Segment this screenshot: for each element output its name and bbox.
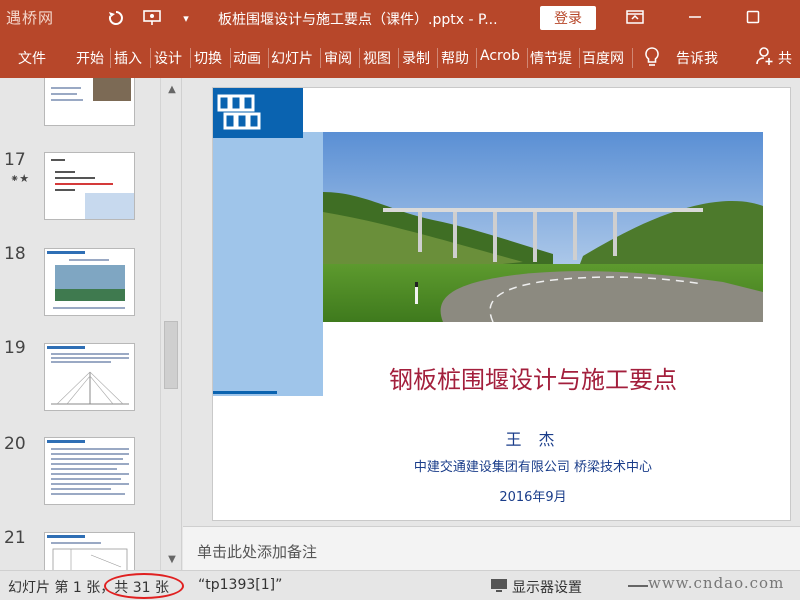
share-user-icon[interactable] [756,46,774,70]
scroll-down-arrow-icon[interactable]: ▼ [165,552,179,566]
tab-view[interactable]: 视图 [363,48,391,68]
ribbon-separator [437,48,438,68]
slide-date[interactable]: 2016年9月 [463,486,603,505]
present-button[interactable] [140,6,164,30]
tab-record[interactable]: 录制 [402,48,430,68]
display-settings-button[interactable]: 显示器设置 [512,577,582,597]
slide-number: 21 [4,528,26,548]
slide-number: 18 [4,244,26,264]
status-bar: 幻灯片 第 1 张，共 31 张 “tp1393[1]” 显示器设置 www.c… [0,570,800,600]
slide-thumbnail[interactable] [44,152,135,220]
tab-baidu[interactable]: 百度网 [582,48,624,68]
tab-acrobat[interactable]: Acrob [480,48,520,64]
company-logo [213,88,303,138]
ribbon-separator [320,48,321,68]
slide-thumbnail[interactable] [44,343,135,411]
scroll-up-arrow-icon[interactable]: ▲ [165,82,179,96]
tab-help[interactable]: 帮助 [441,48,469,68]
ribbon-separator [476,48,477,68]
slide-number: 17 [4,150,26,170]
slide-number: 20 [4,434,26,454]
scrollbar-thumb[interactable] [164,321,178,389]
zoom-slider[interactable] [628,585,648,587]
slide-divider-line [213,391,277,394]
ribbon-separator [579,48,580,68]
ribbon-separator [359,48,360,68]
tab-insert[interactable]: 插入 [114,48,142,68]
lightbulb-icon[interactable] [644,46,660,72]
customize-toolbar-button[interactable]: ▾ [174,6,198,30]
undo-icon [108,11,123,25]
display-settings-icon[interactable] [490,578,508,598]
tell-me-search[interactable]: 告诉我 [676,48,718,68]
ribbon-separator [110,48,111,68]
document-title: 板桩围堰设计与施工要点（课件）.pptx - P... [218,12,498,28]
ribbon-display-icon [626,10,644,24]
tab-slideshow[interactable]: 幻灯片 [271,48,313,68]
thumbnail-scrollbar[interactable]: ▲ ▼ [160,78,181,570]
slide-thumbnail[interactable] [44,248,135,316]
tab-home[interactable]: 开始 [76,48,104,68]
tab-transitions[interactable]: 切换 [194,48,222,68]
template-name: “tp1393[1]” [198,577,283,593]
ribbon-separator [150,48,151,68]
cscec-logo-icon [217,94,261,130]
ribbon-separator [268,48,269,68]
share-button[interactable]: 共 [778,48,792,68]
slide-author[interactable]: 王 杰 [463,426,603,450]
maximize-button[interactable] [738,4,768,30]
minimize-icon [689,16,701,18]
minimize-button[interactable] [680,4,710,30]
tab-storyboard[interactable]: 情节提 [530,48,572,68]
ribbon-separator [398,48,399,68]
tab-review[interactable]: 审阅 [324,48,352,68]
maximize-icon [746,10,760,24]
highlight-annotation [104,573,184,599]
title-bar: 遇桥网 ▾ 板桩围堰设计与施工要点（课件）.pptx - P... 登录 [0,0,800,36]
notes-placeholder: 单击此处添加备注 [197,543,318,561]
login-button[interactable]: 登录 [540,6,596,30]
tab-file[interactable]: 文件 [18,48,46,68]
ribbon-separator [230,48,231,68]
slide-accent-band [213,132,323,396]
ribbon-separator [190,48,191,68]
site-watermark: www.cndao.com [648,574,785,592]
notes-pane[interactable]: 单击此处添加备注 [183,526,800,570]
current-slide[interactable]: 钢板桩围堰设计与施工要点 王 杰 中建交通建设集团有限公司 桥梁技术中心 201… [213,88,790,520]
watermark-logo: 遇桥网 [6,9,55,27]
slide-number: 19 [4,338,26,358]
tab-design[interactable]: 设计 [154,48,182,68]
undo-button[interactable] [104,6,128,30]
slide-thumbnail[interactable] [44,532,135,570]
slide-thumbnail[interactable] [44,78,135,126]
slide-thumbnail[interactable] [44,437,135,505]
slide-editor: 钢板桩围堰设计与施工要点 王 杰 中建交通建设集团有限公司 桥梁技术中心 201… [183,78,800,526]
slideshow-icon [143,10,161,25]
slide-organization[interactable]: 中建交通建设集团有限公司 桥梁技术中心 [383,456,683,475]
ribbon-display-options-button[interactable] [620,4,650,30]
dropdown-icon: ▾ [183,11,189,25]
slide-title[interactable]: 钢板桩围堰设计与施工要点 [373,360,693,395]
viaduct-photo [323,132,763,322]
ribbon-tabs: 文件 开始 插入 设计 切换 动画 幻灯片 审阅 视图 录制 帮助 Acrob … [0,36,800,78]
tab-animations[interactable]: 动画 [233,48,261,68]
ribbon-separator [527,48,528,68]
animation-star-icon: ⁕★ [10,172,30,185]
slide-thumbnail-pane: 17 ⁕★ 18 19 20 21 ▲ ▼ [0,78,182,570]
ribbon-separator [632,48,633,68]
